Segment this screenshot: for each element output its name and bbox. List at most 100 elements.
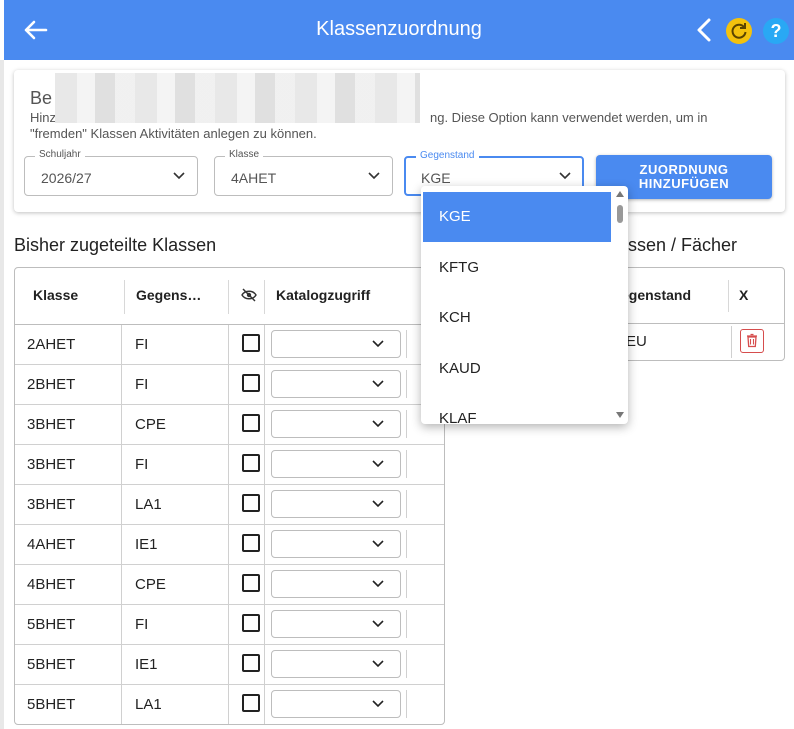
option-label: KGE (439, 208, 471, 225)
chevron-down-icon (372, 580, 384, 588)
katalogzugriff-select[interactable] (271, 410, 401, 438)
hidden-checkbox[interactable] (242, 614, 260, 632)
cell-gegenstand: FI (135, 376, 149, 393)
description-end: ng. Diese Option kann verwendet werden, … (430, 110, 708, 125)
delete-button[interactable] (740, 329, 764, 353)
hidden-checkbox[interactable] (242, 654, 260, 672)
option-label: KLAF (439, 410, 477, 424)
assigned-classes-table: Klasse Gegens… Katalogzugriff 2AHET FI 2BH… (14, 267, 445, 725)
right-row-gegenstand: EU (626, 333, 647, 350)
cell-gegenstand: FI (135, 616, 149, 633)
cell-klasse: 5BHET (27, 656, 76, 673)
chevron-down-icon (372, 660, 384, 668)
cell-klasse: 5BHET (27, 616, 76, 633)
option-label: KFTG (439, 258, 479, 276)
chevron-down-icon (372, 380, 384, 388)
page-title: Klassenzuordnung (316, 18, 482, 40)
cell-gegenstand: CPE (135, 576, 166, 593)
katalogzugriff-select[interactable] (271, 650, 401, 678)
dropdown-option[interactable]: KCH (423, 293, 611, 343)
hidden-checkbox[interactable] (242, 454, 260, 472)
add-button-line1: ZUORDNUNG (639, 162, 729, 177)
trash-icon (747, 333, 757, 348)
katalogzugriff-select[interactable] (271, 370, 401, 398)
table-row: 4BHET CPE (15, 565, 444, 605)
cell-gegenstand: IE1 (135, 656, 158, 673)
klasse-label: Klasse (225, 149, 264, 160)
chevron-down-icon (173, 172, 185, 180)
chevron-left-icon[interactable] (692, 16, 716, 44)
cell-klasse: 3BHET (27, 416, 76, 433)
schuljahr-select[interactable]: Schuljahr 2026/27 (24, 149, 198, 196)
classes-subjects-title: ssen / Fächer (628, 235, 738, 255)
table-body: 2AHET FI 2BHET FI 3BHET CPE 3BHET FI 3BHET LA1 4AH… (15, 325, 444, 724)
katalogzugriff-select[interactable] (271, 530, 401, 558)
cell-klasse: 4AHET (27, 536, 76, 553)
katalogzugriff-select[interactable] (271, 570, 401, 598)
chevron-down-icon (372, 620, 384, 628)
cell-klasse: 2BHET (27, 376, 76, 393)
option-label: KCH (439, 309, 471, 326)
help-icon[interactable]: ? (763, 18, 789, 44)
klasse-value: 4AHET (231, 170, 277, 186)
pixelated-redaction (55, 73, 420, 123)
header-gegenstand-right[interactable]: egenstand (621, 287, 691, 303)
chevron-down-icon (372, 700, 384, 708)
chevron-down-icon (372, 420, 384, 428)
table-row: 4AHET IE1 (15, 525, 444, 565)
katalogzugriff-select[interactable] (271, 330, 401, 358)
dropdown-scrollbar[interactable] (612, 186, 628, 424)
katalogzugriff-select[interactable] (271, 690, 401, 718)
schuljahr-value: 2026/27 (41, 170, 92, 186)
cell-gegenstand: LA1 (135, 496, 162, 513)
chevron-down-icon (372, 460, 384, 468)
hidden-checkbox[interactable] (242, 414, 260, 432)
table-row: 2BHET FI (15, 365, 444, 405)
dropdown-option[interactable]: KGE (423, 192, 611, 242)
hidden-checkbox[interactable] (242, 534, 260, 552)
header-katalogzugriff[interactable]: Katalogzugriff (276, 287, 370, 303)
app-bar: Klassenzuordnung ? (4, 0, 794, 60)
dropdown-option[interactable]: KFTG (423, 243, 611, 293)
header-klasse[interactable]: Klasse (33, 287, 78, 303)
dropdown-option[interactable]: KAUD (423, 344, 611, 394)
cell-klasse: 5BHET (27, 696, 76, 713)
table-row: 2AHET FI (15, 325, 444, 365)
table-row: 5BHET LA1 (15, 685, 444, 724)
table-row: 5BHET IE1 (15, 645, 444, 685)
hidden-checkbox[interactable] (242, 494, 260, 512)
gegenstand-dropdown-menu: KGE KFTG KCH KAUD KLAF (421, 186, 628, 424)
chevron-down-icon (372, 500, 384, 508)
chevron-down-icon (372, 340, 384, 348)
hidden-checkbox[interactable] (242, 334, 260, 352)
cell-gegenstand: FI (135, 336, 149, 353)
header-x: X (739, 287, 749, 303)
hidden-checkbox[interactable] (242, 694, 260, 712)
katalogzugriff-select[interactable] (271, 490, 401, 518)
dropdown-option[interactable]: KLAF (423, 394, 611, 424)
cell-klasse: 3BHET (27, 496, 76, 513)
cell-gegenstand: FI (135, 456, 149, 473)
chevron-down-icon (372, 540, 384, 548)
gegenstand-label: Gegenstand (416, 150, 479, 161)
cell-klasse: 4BHET (27, 576, 76, 593)
chevron-down-icon (559, 172, 571, 180)
cell-klasse: 2AHET (27, 336, 76, 353)
header-gegenstand[interactable]: Gegens… (136, 287, 201, 303)
katalogzugriff-select[interactable] (271, 450, 401, 478)
hidden-checkbox[interactable] (242, 374, 260, 392)
assigned-classes-title: Bisher zugeteilte Klassen (14, 235, 217, 255)
refresh-icon[interactable] (726, 18, 752, 44)
table-header: Klasse Gegens… Katalogzugriff (15, 268, 444, 325)
table-row: 3BHET FI (15, 445, 444, 485)
katalogzugriff-select[interactable] (271, 610, 401, 638)
klasse-select[interactable]: Klasse 4AHET (214, 149, 393, 196)
card-description-line2: "fremden" Klassen Aktivitäten anlegen zu… (30, 126, 317, 141)
chevron-down-icon (368, 172, 380, 180)
gegenstand-value: KGE (421, 170, 451, 186)
visibility-off-icon[interactable] (241, 288, 257, 302)
schuljahr-label: Schuljahr (35, 149, 85, 160)
table-row: 5BHET FI (15, 605, 444, 645)
hidden-checkbox[interactable] (242, 574, 260, 592)
card-heading: Be (30, 88, 53, 108)
